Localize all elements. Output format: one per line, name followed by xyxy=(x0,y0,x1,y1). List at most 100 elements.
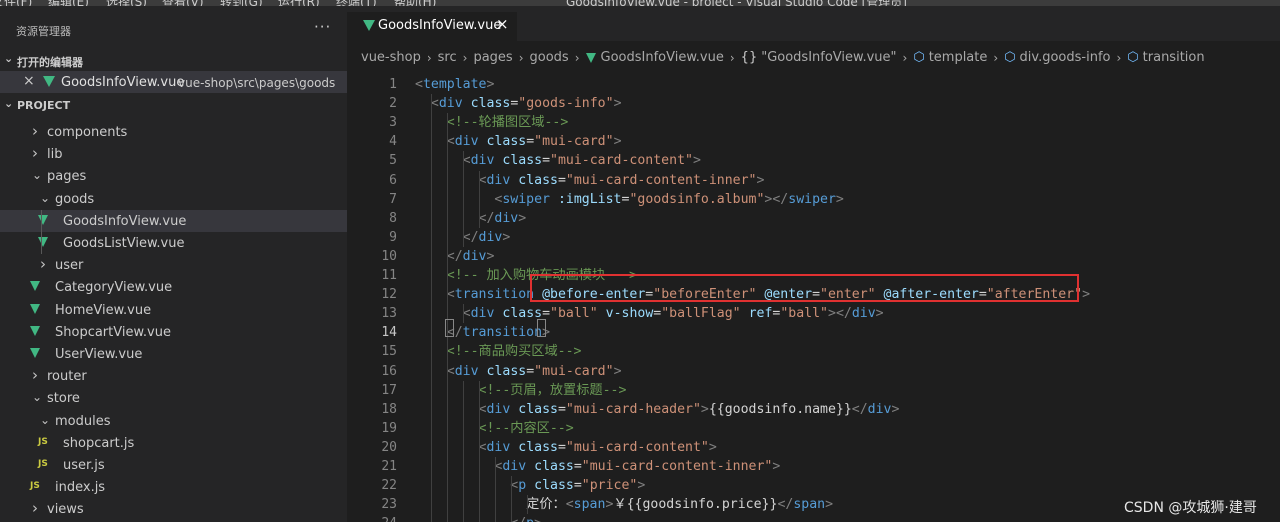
more-actions-icon[interactable]: ··· xyxy=(314,18,331,36)
tree-folder[interactable]: › router xyxy=(0,365,347,387)
js-file-icon: JS xyxy=(30,481,40,492)
line-number: 24 xyxy=(347,514,397,522)
line-number: 16 xyxy=(381,363,397,379)
line-number: 21 xyxy=(381,459,397,474)
line-number: 15 xyxy=(381,344,397,360)
code-line: <div class="mui-card-content-inner"> xyxy=(478,172,765,188)
line-number: 22 xyxy=(381,478,397,494)
line-number: 4 xyxy=(389,134,397,150)
code-line: <div class="mui-card-content"> xyxy=(462,153,701,169)
breadcrumb-item[interactable]: template xyxy=(929,50,988,65)
open-editor-item[interactable]: × GoodsInfoView.vue vue-shop\src\pages\g… xyxy=(0,71,347,93)
tree-file[interactable]: GoodsInfoView.vue xyxy=(0,209,347,232)
vue-file-icon xyxy=(43,76,55,87)
indent-guide xyxy=(479,380,480,522)
indent-guide xyxy=(463,151,464,247)
breadcrumb-item[interactable]: transition xyxy=(1143,50,1205,65)
element-icon: ⬡ xyxy=(1127,50,1139,65)
vue-file-icon xyxy=(38,214,48,225)
tree-folder[interactable]: › user xyxy=(0,254,347,276)
chevron-right-icon: › xyxy=(40,255,46,274)
line-number: 18 xyxy=(381,401,397,417)
vue-file-icon xyxy=(30,348,40,358)
braces-icon: {} xyxy=(740,50,758,65)
indent-guide xyxy=(463,304,464,324)
tree-folder[interactable]: › views xyxy=(0,498,347,520)
indent-guide xyxy=(431,94,432,522)
code-line: <!--商品购买区域--> xyxy=(446,344,582,360)
tree-file[interactable]: JS shopcart.js xyxy=(0,432,347,454)
bracket-match-marker xyxy=(537,319,546,337)
tree-file[interactable]: CategoryView.vue xyxy=(0,276,347,298)
tab-goodsinfoview[interactable]: GoodsInfoView.vue × xyxy=(347,12,517,41)
breadcrumb: vue-shop › src › pages › goods › GoodsInfoView.v… xyxy=(361,50,1205,70)
chevron-down-icon: ⌄ xyxy=(32,168,43,183)
tree-file[interactable]: JS user.js xyxy=(0,454,347,476)
project-header[interactable]: ⌄ PROJECT xyxy=(0,95,347,117)
close-icon[interactable]: × xyxy=(23,73,35,89)
tree-item-label: UserView.vue xyxy=(55,347,143,362)
tree-item-label: goods xyxy=(55,191,95,207)
tree-folder[interactable]: ⌄ pages xyxy=(0,165,347,187)
code-line: <div class="mui-card-content"> xyxy=(478,439,717,455)
tree-file[interactable]: UserView.vue xyxy=(0,343,347,365)
chevron-right-icon: › xyxy=(426,50,432,65)
tree-item-label: views xyxy=(47,502,84,518)
chevron-right-icon: › xyxy=(1116,50,1122,65)
js-file-icon: JS xyxy=(38,436,48,447)
line-number: 13 xyxy=(381,306,397,322)
breadcrumb-item[interactable]: goods xyxy=(530,50,569,65)
vue-file-icon xyxy=(30,325,40,336)
tree-file[interactable]: ShopcartView.vue xyxy=(0,321,347,343)
tree-file[interactable]: JS index.js xyxy=(0,476,347,498)
breadcrumb-item[interactable]: vue-shop xyxy=(361,50,421,65)
line-number: 1 xyxy=(389,77,397,92)
tree-folder[interactable]: › lib xyxy=(0,143,347,165)
line-number: 7 xyxy=(389,191,397,207)
tree-item-label: shopcart.js xyxy=(63,435,135,451)
breadcrumb-item[interactable]: pages xyxy=(473,50,512,65)
bracket-match-marker xyxy=(445,319,454,337)
element-icon: ⬡ xyxy=(913,50,925,65)
line-number: 6 xyxy=(389,172,397,188)
tree-folder[interactable]: ⌄ goods xyxy=(0,188,347,210)
code-line: <div class="mui-card-header">{{goodsinfo… xyxy=(478,401,900,417)
indent-guide xyxy=(527,495,528,515)
tree-folder[interactable]: › components xyxy=(0,121,347,143)
indent-guide xyxy=(463,380,464,522)
tree-folder[interactable]: ⌄ modules xyxy=(0,410,347,432)
vue-file-icon xyxy=(30,281,40,292)
chevron-right-icon: › xyxy=(902,50,908,65)
line-number: 2 xyxy=(389,96,397,112)
chevron-down-icon: ⌄ xyxy=(40,190,51,205)
element-icon: ⬡ xyxy=(1004,50,1016,65)
tree-file[interactable]: HomeView.vue xyxy=(0,299,347,321)
tree-item-label: index.js xyxy=(55,480,106,496)
breadcrumb-item[interactable]: src xyxy=(438,50,457,65)
tree-item-label: components xyxy=(47,125,128,140)
tree-item-label: store xyxy=(47,391,80,407)
chevron-right-icon: › xyxy=(729,50,735,65)
close-tab-icon[interactable]: × xyxy=(496,15,509,33)
line-number: 10 xyxy=(381,248,397,264)
breadcrumb-item[interactable]: div.goods-info xyxy=(1020,50,1111,65)
code-line: <template> xyxy=(415,77,495,92)
code-line: <div class="mui-card"> xyxy=(446,134,622,150)
tree-item-label: router xyxy=(47,369,87,385)
vue-file-icon xyxy=(363,20,375,31)
tree-item-label: ShopcartView.vue xyxy=(55,324,171,340)
breadcrumb-item[interactable]: GoodsInfoView.vue xyxy=(601,50,724,65)
tree-folder[interactable]: ⌄ store xyxy=(0,387,347,409)
line-number: 8 xyxy=(389,210,397,226)
tree-item-label: GoodsInfoView.vue xyxy=(63,213,187,229)
code-line: 定价：<span>￥{{goodsinfo.price}}</span> xyxy=(415,497,834,513)
breadcrumb-item[interactable]: "GoodsInfoView.vue" xyxy=(761,50,896,65)
line-number: 17 xyxy=(381,382,397,398)
vue-file-icon xyxy=(38,237,48,247)
tree-file[interactable]: GoodsListView.vue xyxy=(0,232,347,254)
tree-item-label: user xyxy=(55,258,84,274)
tree-item-label: pages xyxy=(47,169,87,185)
open-editors-header[interactable]: ⌄ 打开的编辑器 xyxy=(0,50,347,72)
tab-bar: GoodsInfoView.vue × xyxy=(347,6,1280,41)
chevron-right-icon: › xyxy=(462,50,468,65)
